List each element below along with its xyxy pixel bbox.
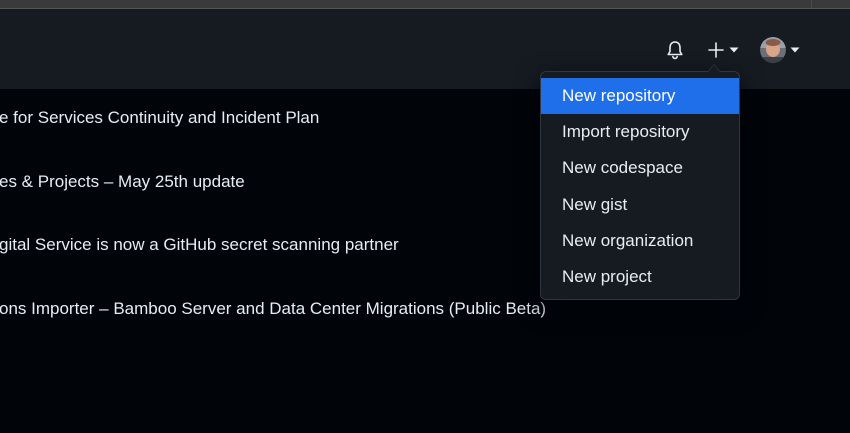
menu-item-new-organization[interactable]: New organization: [541, 223, 739, 259]
window-edge: [811, 0, 840, 8]
notifications-button[interactable]: [662, 37, 688, 63]
menu-item-import-repository[interactable]: Import repository: [541, 114, 739, 150]
create-new-dropdown: New repository Import repository New cod…: [540, 64, 740, 300]
feed-item-title[interactable]: gital Service is now a GitHub secret sca…: [0, 234, 399, 256]
menu-item-new-codespace[interactable]: New codespace: [541, 150, 739, 186]
window-top-strip: [0, 0, 850, 9]
menu-item-new-gist[interactable]: New gist: [541, 187, 739, 223]
dropdown-caret-fill: [708, 65, 720, 72]
chevron-down-icon: [790, 47, 800, 53]
chevron-down-icon: [729, 47, 739, 53]
avatar: [760, 37, 786, 63]
menu-item-new-repository[interactable]: New repository: [541, 78, 739, 115]
bell-icon: [667, 41, 683, 60]
menu-item-new-project[interactable]: New project: [541, 259, 739, 295]
profile-menu-button[interactable]: [757, 36, 803, 64]
create-new-button[interactable]: [703, 37, 743, 63]
feed-item-title[interactable]: e for Services Continuity and Incident P…: [0, 107, 319, 129]
plus-icon: [708, 42, 724, 58]
feed-item-title[interactable]: es & Projects – May 25th update: [0, 171, 245, 193]
feed-item-title[interactable]: ons Importer – Bamboo Server and Data Ce…: [0, 298, 546, 320]
